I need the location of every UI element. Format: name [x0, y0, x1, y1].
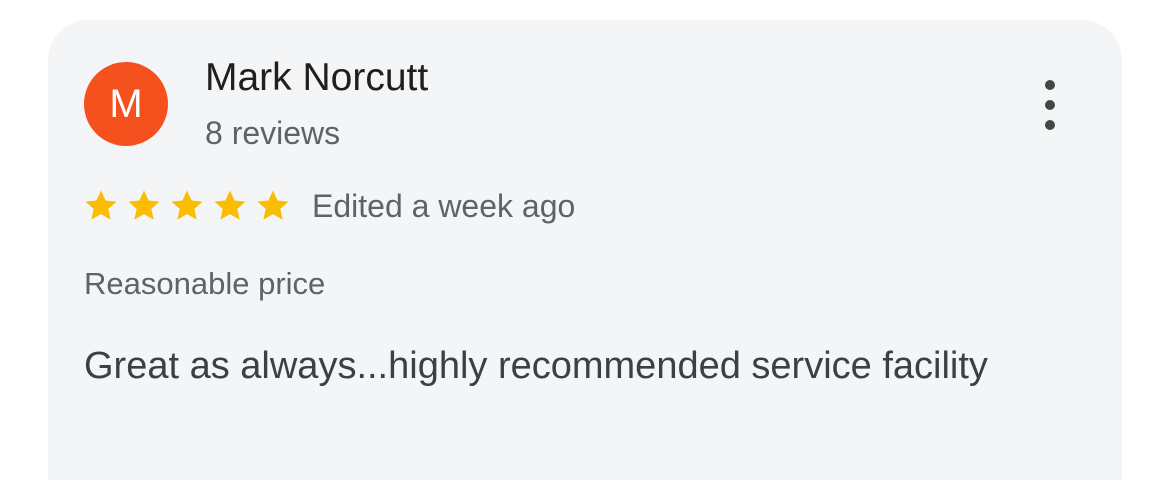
review-text: Great as always...highly recommended ser…: [84, 345, 988, 387]
star-filled-icon: [254, 187, 292, 225]
avatar[interactable]: M: [84, 62, 168, 146]
review-time: Edited a week ago: [312, 188, 576, 224]
star-filled-icon: [82, 187, 120, 225]
star-filled-icon: [168, 187, 206, 225]
avatar-initial: M: [109, 82, 143, 126]
more-vert-icon: [1045, 80, 1055, 90]
reviewer-review-count[interactable]: 8 reviews: [205, 115, 340, 152]
review-highlight: Reasonable price: [84, 266, 326, 301]
star-filled-icon: [211, 187, 249, 225]
star-filled-icon: [125, 187, 163, 225]
reviewer-name[interactable]: Mark Norcutt: [205, 56, 428, 100]
review-card: M Mark Norcutt 8 reviews Edited a week a…: [48, 20, 1122, 480]
more-options-button[interactable]: [1030, 78, 1070, 132]
star-rating: [82, 186, 297, 226]
